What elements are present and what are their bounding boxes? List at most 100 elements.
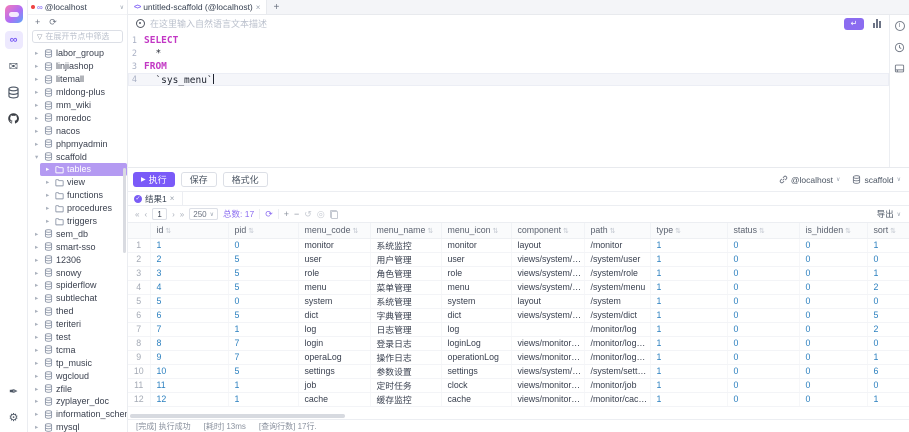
refresh-icon[interactable]: ⟳: [265, 209, 273, 220]
cell-component[interactable]: views/monitor/log/operation: [511, 350, 584, 364]
tree-item-tcma[interactable]: ▸tcma: [28, 343, 127, 356]
cell-menu_code[interactable]: system: [298, 294, 370, 308]
cell-menu_code[interactable]: operaLog: [298, 350, 370, 364]
cell-menu_name[interactable]: 登录日志: [370, 336, 441, 350]
table-row[interactable]: 12121cache缓存监控cacheviews/monitor/cache/m…: [128, 392, 909, 406]
cell-id[interactable]: 8: [150, 336, 228, 350]
chevron-right-icon[interactable]: ▸: [46, 217, 52, 225]
cell-id[interactable]: 12: [150, 392, 228, 406]
col-header-menu_icon[interactable]: menu_icon⇅: [441, 223, 511, 238]
cell-menu_icon[interactable]: loginLog: [441, 336, 511, 350]
chevron-right-icon[interactable]: ▸: [35, 62, 41, 70]
tree-filter-input[interactable]: [45, 32, 118, 41]
github-icon[interactable]: [5, 109, 23, 127]
connection-select[interactable]: @localhost ∨: [779, 175, 841, 185]
cell-is_hidden[interactable]: 0: [799, 378, 867, 392]
tree-item-wgcloud[interactable]: ▸wgcloud: [28, 369, 127, 382]
cell-status[interactable]: 0: [727, 336, 799, 350]
cell-component[interactable]: views/system/dict: [511, 308, 584, 322]
cell-status[interactable]: 0: [727, 266, 799, 280]
run-button[interactable]: ▶ 执行: [133, 172, 175, 187]
tree-item-procedures[interactable]: ▸procedures: [28, 202, 127, 215]
chevron-down-icon[interactable]: ▾: [35, 153, 41, 161]
cell-pid[interactable]: 7: [228, 350, 298, 364]
cell-menu_code[interactable]: login: [298, 336, 370, 350]
table-row[interactable]: 335role角色管理roleviews/system/role/system/…: [128, 266, 909, 280]
cell-path[interactable]: /monitor/log/login: [584, 336, 650, 350]
preview-eye-icon[interactable]: ◎: [317, 209, 325, 220]
cell-status[interactable]: 0: [727, 392, 799, 406]
table-row[interactable]: 771log日志管理log/monitor/log1002: [128, 322, 909, 336]
cell-pid[interactable]: 0: [228, 238, 298, 252]
cell-type[interactable]: 1: [650, 294, 727, 308]
table-row[interactable]: 665dict字典管理dictviews/system/dict/system/…: [128, 308, 909, 322]
cell-id[interactable]: 10: [150, 364, 228, 378]
result-tab-1[interactable]: ✓ 结果1 ×: [134, 192, 183, 205]
cell-path[interactable]: /system: [584, 294, 650, 308]
cell-path[interactable]: /system/dict: [584, 308, 650, 322]
table-row[interactable]: 550system系统管理systemlayout/system1000: [128, 294, 909, 308]
tree-item-view[interactable]: ▸view: [28, 176, 127, 189]
cell-type[interactable]: 1: [650, 378, 727, 392]
tree-item-phpmyadmin[interactable]: ▸phpmyadmin: [28, 137, 127, 150]
table-row[interactable]: 225user用户管理userviews/system/user/system/…: [128, 252, 909, 266]
tree-item-test[interactable]: ▸test: [28, 331, 127, 344]
tree-item-nacos[interactable]: ▸nacos: [28, 124, 127, 137]
tree-item-scaffold[interactable]: ▾scaffold: [28, 150, 127, 163]
cell-sort[interactable]: 0: [867, 294, 909, 308]
cell-pid[interactable]: 5: [228, 280, 298, 294]
cell-is_hidden[interactable]: 0: [799, 252, 867, 266]
cell-menu_name[interactable]: 用户管理: [370, 252, 441, 266]
chevron-right-icon[interactable]: ▸: [35, 385, 41, 393]
format-button[interactable]: 格式化: [223, 172, 268, 187]
refresh-icon[interactable]: ⟳: [49, 17, 57, 28]
cell-component[interactable]: layout: [511, 238, 584, 252]
app-logo[interactable]: [5, 5, 23, 23]
cell-pid[interactable]: 1: [228, 378, 298, 392]
cell-component[interactable]: views/monitor/job: [511, 378, 584, 392]
cell-path[interactable]: /monitor/log: [584, 322, 650, 336]
cell-pid[interactable]: 1: [228, 392, 298, 406]
cell-sort[interactable]: 5: [867, 308, 909, 322]
chevron-right-icon[interactable]: ▸: [35, 256, 41, 264]
cell-status[interactable]: 0: [727, 308, 799, 322]
cell-menu_name[interactable]: 系统监控: [370, 238, 441, 252]
cell-path[interactable]: /monitor/cache: [584, 392, 650, 406]
tree-item-zyplayer_doc[interactable]: ▸zyplayer_doc: [28, 395, 127, 408]
horizontal-scrollbar[interactable]: [130, 414, 345, 418]
chevron-right-icon[interactable]: ▸: [35, 75, 41, 83]
chevron-right-icon[interactable]: ▸: [35, 372, 41, 380]
chevron-right-icon[interactable]: ▸: [35, 346, 41, 354]
cell-status[interactable]: 0: [727, 294, 799, 308]
cell-path[interactable]: /system/settings: [584, 364, 650, 378]
chart-icon[interactable]: [873, 19, 881, 28]
code-lines[interactable]: 1SELECT2 *3FROM4 `sys_menu`: [128, 32, 889, 86]
cell-component[interactable]: views/system/settings: [511, 364, 584, 378]
connections-icon[interactable]: ∞: [5, 31, 23, 49]
sort-icon[interactable]: ⇅: [165, 228, 171, 235]
cell-is_hidden[interactable]: 0: [799, 322, 867, 336]
new-tab-button[interactable]: +: [267, 0, 285, 14]
sort-icon[interactable]: ⇅: [427, 228, 433, 235]
info-icon[interactable]: i: [894, 20, 906, 32]
cell-path[interactable]: /monitor/job: [584, 378, 650, 392]
cell-menu_name[interactable]: 字典管理: [370, 308, 441, 322]
tree-item-thed[interactable]: ▸thed: [28, 305, 127, 318]
cell-id[interactable]: 5: [150, 294, 228, 308]
sort-icon[interactable]: ⇅: [759, 228, 765, 235]
chevron-right-icon[interactable]: ▸: [35, 88, 41, 96]
cell-id[interactable]: 9: [150, 350, 228, 364]
save-button[interactable]: 保存: [181, 172, 217, 187]
cell-pid[interactable]: 1: [228, 322, 298, 336]
cell-component[interactable]: views/monitor/log/login: [511, 336, 584, 350]
add-row-icon[interactable]: +: [284, 209, 289, 219]
chevron-right-icon[interactable]: ▸: [35, 230, 41, 238]
cell-sort[interactable]: 0: [867, 252, 909, 266]
feedback-pen-icon[interactable]: ✒: [5, 382, 23, 400]
page-size-select[interactable]: 250 ∨: [189, 208, 218, 220]
cell-menu_name[interactable]: 参数设置: [370, 364, 441, 378]
cell-pid[interactable]: 7: [228, 336, 298, 350]
chevron-right-icon[interactable]: ▸: [35, 333, 41, 341]
cell-menu_icon[interactable]: menu: [441, 280, 511, 294]
cell-status[interactable]: 0: [727, 252, 799, 266]
